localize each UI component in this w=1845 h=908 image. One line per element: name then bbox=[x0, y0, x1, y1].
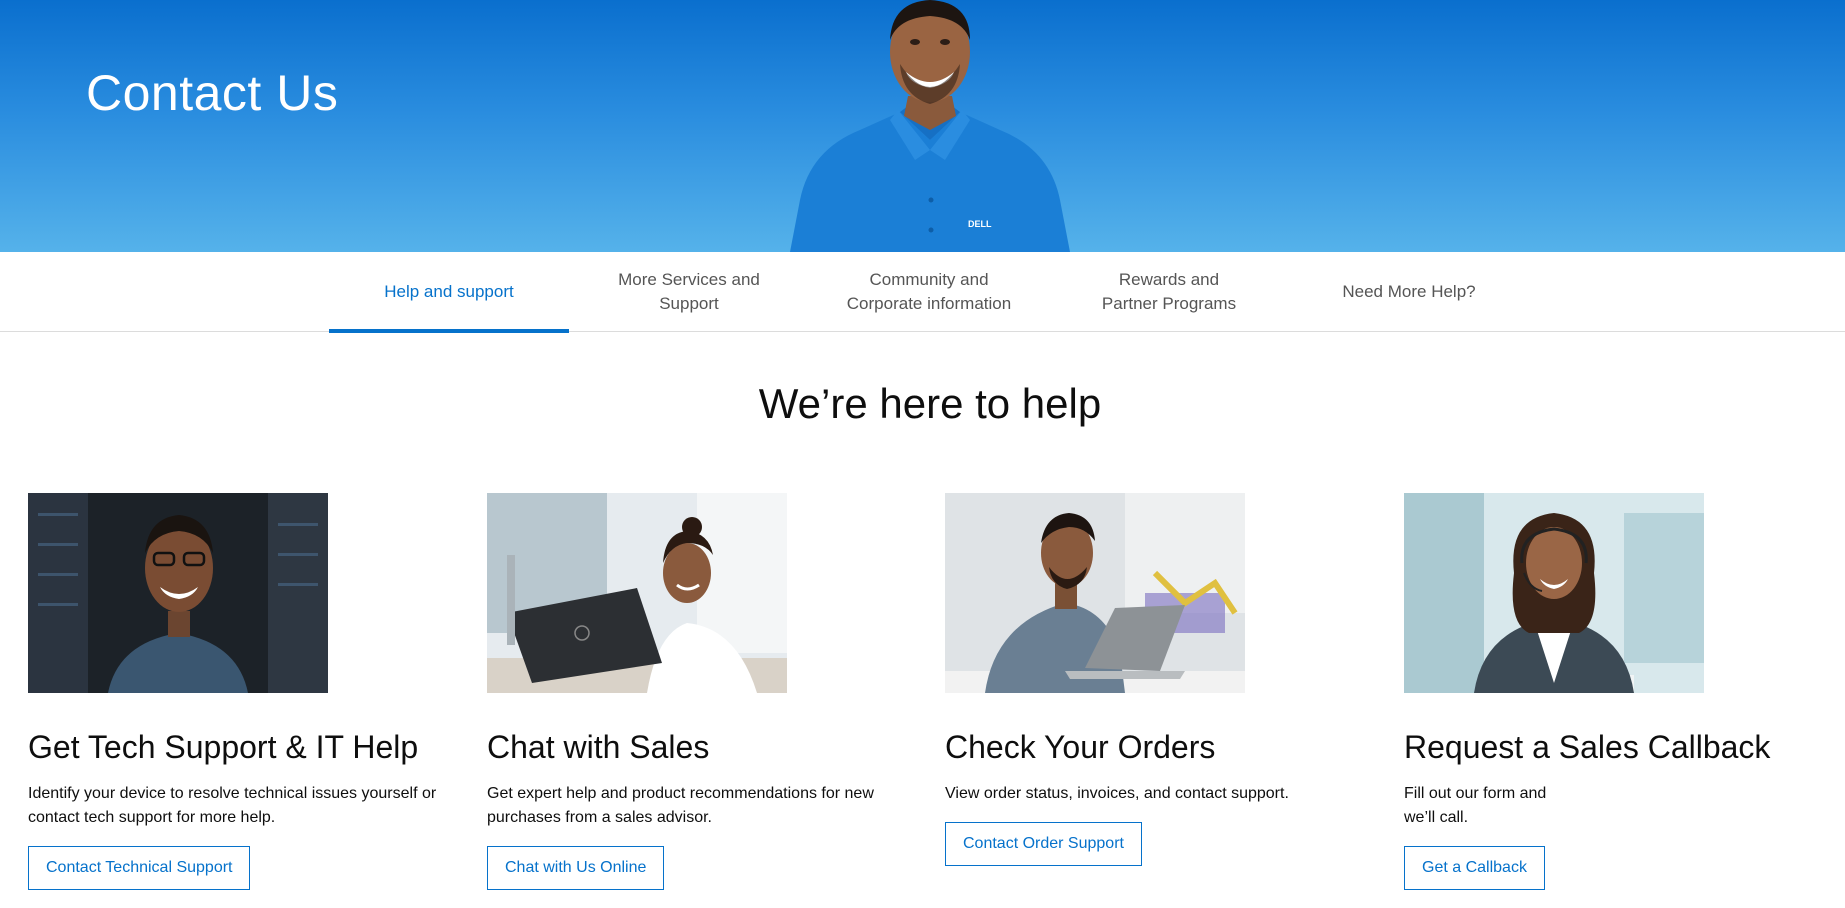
contact-technical-support-button[interactable]: Contact Technical Support bbox=[28, 846, 251, 890]
card-tech-support: Get Tech Support & IT Help Identify your… bbox=[28, 493, 468, 890]
tab-label: Community and Corporate information bbox=[846, 270, 1012, 313]
tab-label: More Services and Support bbox=[618, 270, 760, 313]
card-description: Fill out our form and we’ll call. bbox=[1404, 785, 1547, 826]
tab-rewards-and-partner-programs[interactable]: Rewards and Partner Programs bbox=[1049, 252, 1289, 332]
tab-need-more-help[interactable]: Need More Help? bbox=[1289, 252, 1529, 332]
tab-community-and-corporate-information[interactable]: Community and Corporate information bbox=[809, 252, 1049, 332]
chat-with-sales-image bbox=[487, 493, 787, 693]
card-description: View order status, invoices, and contact… bbox=[945, 785, 1289, 802]
card-request-sales-callback: Request a Sales Callback Fill out our fo… bbox=[1404, 493, 1844, 890]
card-description: Identify your device to resolve technica… bbox=[28, 785, 437, 826]
section-heading: We’re here to help bbox=[758, 380, 1102, 427]
tab-help-and-support[interactable]: Help and support bbox=[329, 252, 569, 333]
section-tabs: Help and support More Services and Suppo… bbox=[0, 252, 1845, 333]
tab-more-services-and-support[interactable]: More Services and Support bbox=[569, 252, 809, 332]
hero-banner: Contact Us DELL bbox=[0, 0, 1845, 252]
chat-with-us-online-button[interactable]: Chat with Us Online bbox=[487, 846, 665, 890]
card-check-your-orders: Check Your Orders View order status, inv… bbox=[945, 493, 1385, 866]
get-a-callback-button[interactable]: Get a Callback bbox=[1404, 846, 1545, 890]
card-title: Check Your Orders bbox=[945, 729, 1216, 765]
hero-support-agent-image: DELL bbox=[790, 0, 1070, 252]
card-chat-with-sales: Chat with Sales Get expert help and prod… bbox=[487, 493, 927, 890]
tab-label: Help and support bbox=[384, 282, 514, 301]
tab-label: Rewards and Partner Programs bbox=[1101, 270, 1237, 313]
contact-order-support-button[interactable]: Contact Order Support bbox=[945, 822, 1142, 866]
tab-label: Need More Help? bbox=[1342, 282, 1476, 301]
sales-callback-image bbox=[1404, 493, 1704, 693]
card-description: Get expert help and product recommendati… bbox=[487, 785, 874, 826]
page-title: Contact Us bbox=[86, 65, 339, 121]
card-title: Get Tech Support & IT Help bbox=[28, 729, 419, 765]
card-title: Request a Sales Callback bbox=[1404, 729, 1771, 765]
shirt-logo: DELL bbox=[968, 219, 992, 229]
tech-support-image bbox=[28, 493, 328, 693]
card-title: Chat with Sales bbox=[487, 729, 710, 765]
check-your-orders-image bbox=[945, 493, 1245, 693]
